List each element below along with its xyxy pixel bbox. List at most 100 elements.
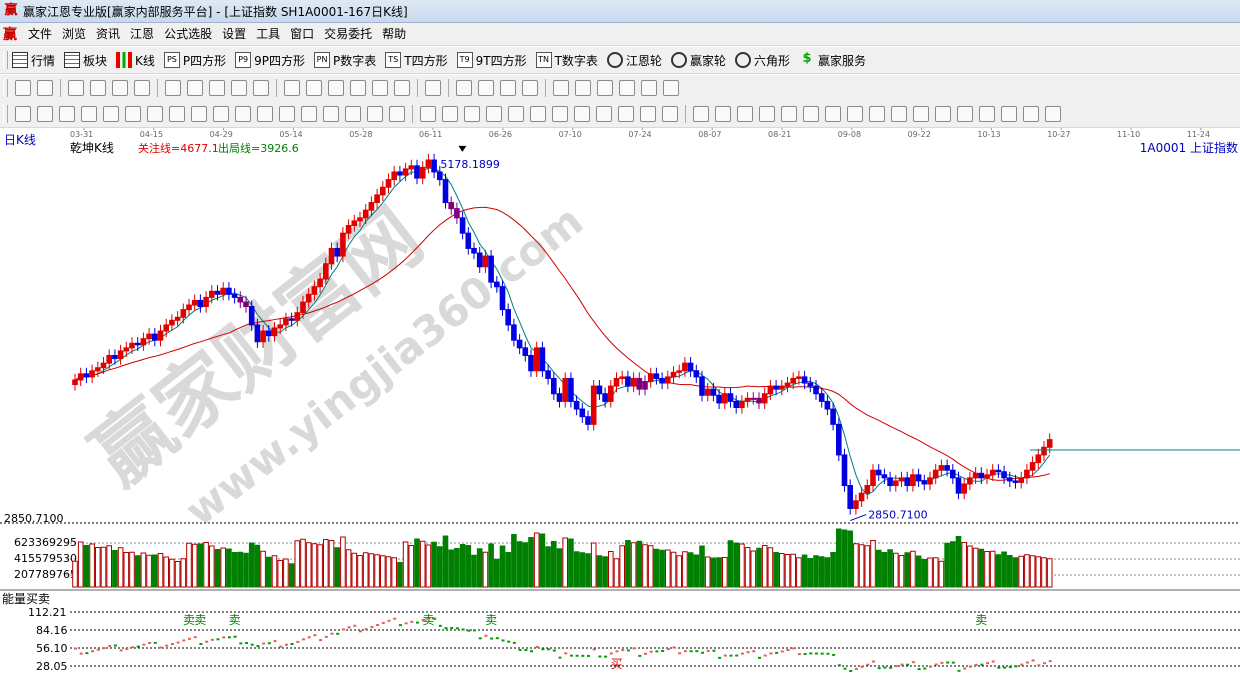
menu-tools[interactable]: 工具: [251, 23, 285, 45]
chart-tool-1-icon[interactable]: [15, 80, 31, 96]
toolbar-grip[interactable]: [3, 79, 8, 97]
draw-tool-8-icon[interactable]: [169, 106, 185, 122]
toolbar-btn-10[interactable]: 赢家轮: [670, 52, 726, 69]
menu-logo-icon[interactable]: 赢: [3, 24, 17, 44]
chart-tool-2-icon[interactable]: [37, 80, 53, 96]
toolbar-btn-3[interactable]: PS P四方形: [163, 52, 226, 69]
toolbar-btn-11[interactable]: 六角形: [734, 52, 790, 69]
draw-tool-15-icon[interactable]: [323, 106, 339, 122]
toolbar-grip[interactable]: [3, 51, 8, 69]
draw-tool-14-icon[interactable]: [301, 106, 317, 122]
chart-tool-23-icon[interactable]: [553, 80, 569, 96]
chart-tool-5-icon[interactable]: [112, 80, 128, 96]
draw-tool-13-icon[interactable]: [279, 106, 295, 122]
chart-tool-3-icon[interactable]: [68, 80, 84, 96]
menu-file[interactable]: 文件: [23, 23, 57, 45]
chart-tool-8-icon[interactable]: [187, 80, 203, 96]
draw-tool-23-icon[interactable]: [508, 106, 524, 122]
draw-tool-12-icon[interactable]: [257, 106, 273, 122]
draw-tool-5-icon[interactable]: [103, 106, 119, 122]
chart-tool-22-icon[interactable]: [522, 80, 538, 96]
menu-browse[interactable]: 浏览: [57, 23, 91, 45]
draw-tool-24-icon[interactable]: [530, 106, 546, 122]
toolbar-btn-12[interactable]: $ 赢家服务: [799, 52, 866, 69]
chart-tool-14-icon[interactable]: [328, 80, 344, 96]
draw-tool-17-icon[interactable]: [367, 106, 383, 122]
chart-tool-15-icon[interactable]: [350, 80, 366, 96]
draw-tool-25-icon[interactable]: [552, 106, 568, 122]
kline-chart[interactable]: 赢家财富网www.yingjia360.com 03-31 04-15 04-29 0…: [0, 128, 1240, 684]
toolbar-btn-0[interactable]: 行情: [12, 52, 55, 69]
draw-tool-42-icon[interactable]: [935, 106, 951, 122]
toolbar-grip[interactable]: [3, 105, 8, 123]
draw-tool-38-icon[interactable]: [847, 106, 863, 122]
draw-tool-1-icon[interactable]: [15, 106, 31, 122]
draw-tool-32-icon[interactable]: [715, 106, 731, 122]
chart-tool-28-icon[interactable]: [663, 80, 679, 96]
draw-tool-10-icon[interactable]: [213, 106, 229, 122]
draw-tool-6-icon[interactable]: [125, 106, 141, 122]
chart-tool-19-icon[interactable]: [456, 80, 472, 96]
chart-area[interactable]: 赢家财富网 www.yingjia360.com 03-31 04-15 04-29 0…: [0, 128, 1240, 684]
chart-tool-12-icon[interactable]: [284, 80, 300, 96]
draw-tool-44-icon[interactable]: [979, 106, 995, 122]
chart-tool-25-icon[interactable]: [597, 80, 613, 96]
draw-tool-22-icon[interactable]: [486, 106, 502, 122]
draw-tool-41-icon[interactable]: [913, 106, 929, 122]
draw-tool-34-icon[interactable]: [759, 106, 775, 122]
draw-tool-3-icon[interactable]: [59, 106, 75, 122]
draw-tool-9-icon[interactable]: [191, 106, 207, 122]
draw-tool-20-icon[interactable]: [442, 106, 458, 122]
menu-info[interactable]: 资讯: [91, 23, 125, 45]
menu-formula-select[interactable]: 公式选股: [159, 23, 217, 45]
toolbar-btn-5[interactable]: PN P数字表: [314, 52, 376, 69]
draw-tool-36-icon[interactable]: [803, 106, 819, 122]
draw-tool-19-icon[interactable]: [420, 106, 436, 122]
menu-window[interactable]: 窗口: [285, 23, 319, 45]
draw-tool-27-icon[interactable]: [596, 106, 612, 122]
menu-help[interactable]: 帮助: [377, 23, 411, 45]
draw-tool-33-icon[interactable]: [737, 106, 753, 122]
chart-tool-13-icon[interactable]: [306, 80, 322, 96]
draw-tool-31-icon[interactable]: [693, 106, 709, 122]
chart-tool-18-icon[interactable]: [425, 80, 441, 96]
chart-tool-6-icon[interactable]: [134, 80, 150, 96]
chart-tool-7-icon[interactable]: [165, 80, 181, 96]
draw-tool-46-icon[interactable]: [1023, 106, 1039, 122]
draw-tool-40-icon[interactable]: [891, 106, 907, 122]
draw-tool-7-icon[interactable]: [147, 106, 163, 122]
chart-tool-27-icon[interactable]: [641, 80, 657, 96]
draw-tool-30-icon[interactable]: [662, 106, 678, 122]
draw-tool-2-icon[interactable]: [37, 106, 53, 122]
menu-settings[interactable]: 设置: [217, 23, 251, 45]
chart-tool-21-icon[interactable]: [500, 80, 516, 96]
menu-trade[interactable]: 交易委托: [319, 23, 377, 45]
chart-tool-24-icon[interactable]: [575, 80, 591, 96]
draw-tool-47-icon[interactable]: [1045, 106, 1061, 122]
menu-gann[interactable]: 江恩: [125, 23, 159, 45]
draw-tool-39-icon[interactable]: [869, 106, 885, 122]
draw-tool-45-icon[interactable]: [1001, 106, 1017, 122]
chart-tool-10-icon[interactable]: [231, 80, 247, 96]
draw-tool-21-icon[interactable]: [464, 106, 480, 122]
draw-tool-28-icon[interactable]: [618, 106, 634, 122]
toolbar-btn-2[interactable]: K线: [116, 52, 155, 69]
draw-tool-4-icon[interactable]: [81, 106, 97, 122]
toolbar-btn-6[interactable]: TS T四方形: [385, 52, 448, 69]
chart-tool-4-icon[interactable]: [90, 80, 106, 96]
draw-tool-29-icon[interactable]: [640, 106, 656, 122]
draw-tool-37-icon[interactable]: [825, 106, 841, 122]
draw-tool-35-icon[interactable]: [781, 106, 797, 122]
draw-tool-26-icon[interactable]: [574, 106, 590, 122]
toolbar-btn-7[interactable]: T9 9T四方形: [456, 52, 527, 69]
draw-tool-11-icon[interactable]: [235, 106, 251, 122]
toolbar-btn-9[interactable]: 江恩轮: [606, 52, 662, 69]
chart-tool-9-icon[interactable]: [209, 80, 225, 96]
draw-tool-16-icon[interactable]: [345, 106, 361, 122]
toolbar-btn-8[interactable]: TN T数字表: [535, 52, 598, 69]
chart-tool-26-icon[interactable]: [619, 80, 635, 96]
chart-tool-20-icon[interactable]: [478, 80, 494, 96]
chart-tool-11-icon[interactable]: [253, 80, 269, 96]
chart-tool-16-icon[interactable]: [372, 80, 388, 96]
draw-tool-43-icon[interactable]: [957, 106, 973, 122]
